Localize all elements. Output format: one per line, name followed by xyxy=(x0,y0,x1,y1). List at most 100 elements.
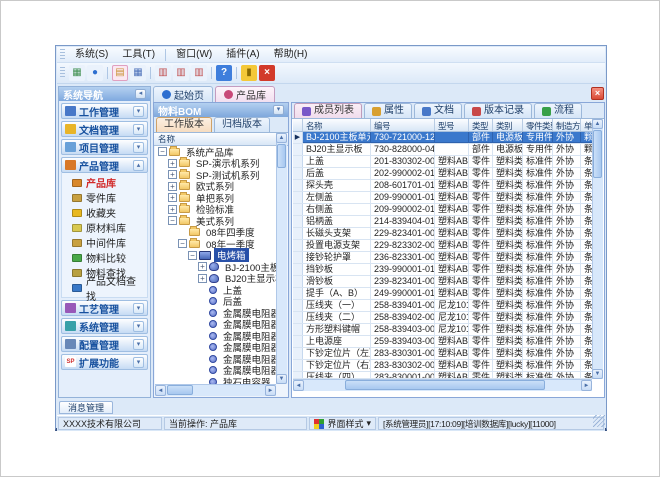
report-new-icon[interactable]: ▥ xyxy=(155,65,171,81)
expand-icon[interactable]: + xyxy=(198,274,207,283)
grid-column-header[interactable]: 类别 xyxy=(493,119,523,131)
menu-item[interactable]: 工具(T) xyxy=(115,48,162,62)
menu-item[interactable]: 帮助(H) xyxy=(267,48,315,62)
chevron-up-icon[interactable]: ▴ xyxy=(133,160,144,171)
grid-hscroll-thumb[interactable] xyxy=(345,380,545,390)
table-row[interactable]: 压线夹（四）283-830001-00E塑料ABS零件塑料类标准件外协条 xyxy=(293,372,592,379)
table-row[interactable]: 下钞定位片（右）283-830302-00E塑料ABS零件塑料类标准件外协条 xyxy=(293,360,592,372)
chevron-down-icon[interactable]: ▾ xyxy=(133,321,144,332)
close-icon[interactable]: × xyxy=(591,87,604,100)
expand-icon[interactable]: + xyxy=(168,170,177,179)
exit-icon[interactable]: × xyxy=(259,65,275,81)
table-row[interactable]: 下钞定位片（左）283-830301-00E塑料ABS零件塑料类标准件外协条 xyxy=(293,348,592,360)
table-row[interactable]: 后盖202-990002-01E塑料ABS零件塑料类标准件外协条 xyxy=(293,168,592,180)
grid-column-header[interactable]: 制造方式 xyxy=(553,119,581,131)
desktop-icon[interactable]: ▦ xyxy=(69,65,85,81)
scroll-up-icon[interactable]: ▲ xyxy=(276,133,287,143)
collapse-icon[interactable]: − xyxy=(188,251,197,260)
doc-tab[interactable]: 产品库 xyxy=(215,86,275,102)
tree-hscroll-thumb[interactable] xyxy=(167,385,193,395)
sidebar-group-project-manage[interactable]: 项目管理▾ xyxy=(61,139,148,155)
resize-grip[interactable] xyxy=(593,415,605,427)
table-row[interactable]: 滑钞板239-823401-00E塑料ABS零件塑料类标准件外协条 xyxy=(293,276,592,288)
scroll-down-icon[interactable]: ▼ xyxy=(592,369,603,379)
help-icon[interactable]: ? xyxy=(216,65,232,81)
tree-node[interactable]: +BJ20主显示板 xyxy=(155,273,276,285)
globe-icon[interactable]: ● xyxy=(87,65,103,81)
expand-icon[interactable]: + xyxy=(168,205,177,214)
collapse-icon[interactable]: − xyxy=(158,147,167,156)
expand-icon[interactable]: + xyxy=(168,193,177,202)
sidebar-item[interactable]: 产品库 xyxy=(62,175,147,190)
table-row[interactable]: 探头壳208-601701-01E塑料ABS零件塑料类标准件外协条 xyxy=(293,180,592,192)
report-icon[interactable]: ▦ xyxy=(130,65,146,81)
collapse-icon[interactable]: − xyxy=(168,216,177,225)
menu-item[interactable]: 插件(A) xyxy=(219,48,266,62)
ui-style-dropdown[interactable]: 界面样式 ▾ xyxy=(309,417,376,430)
table-row[interactable]: 左侧盖209-990001-01E塑料ABS零件塑料类标准件外协条 xyxy=(293,192,592,204)
table-row[interactable]: 长磁头支架229-823401-00E塑料ABS零件塑料类标准件外协条 xyxy=(293,228,592,240)
scroll-up-icon[interactable]: ▲ xyxy=(592,119,603,129)
scroll-right-icon[interactable]: ► xyxy=(265,385,276,396)
pin-icon[interactable]: ▾ xyxy=(273,105,284,115)
message-manager-tab[interactable]: 消息管理 xyxy=(59,401,113,414)
chevron-down-icon[interactable]: ▾ xyxy=(133,357,144,368)
table-row[interactable]: 上盖201-830302-00E塑料ABS零件塑料类标准件外协条 xyxy=(293,156,592,168)
grid-column-header[interactable]: 名称 xyxy=(303,119,371,131)
menu-item[interactable]: 窗口(W) xyxy=(169,48,219,62)
expand-icon[interactable]: + xyxy=(198,262,207,271)
expand-icon[interactable]: + xyxy=(168,182,177,191)
tree-vscroll-thumb[interactable] xyxy=(277,144,286,168)
chevron-down-icon[interactable]: ▾ xyxy=(133,142,144,153)
chevron-down-icon[interactable]: ▾ xyxy=(133,303,144,314)
sidebar-item[interactable]: 收藏夹 xyxy=(62,205,147,220)
table-row[interactable]: 投置电源支架229-823302-00E塑料ABS零件塑料类标准件外协条 xyxy=(293,240,592,252)
table-row[interactable]: 右侧盖209-990002-01E塑料ABS零件塑料类标准件外协条 xyxy=(293,204,592,216)
sidebar-group-process-manage[interactable]: 工艺管理▾ xyxy=(61,300,148,316)
tree-horizontal-scrollbar[interactable]: ◄ ► xyxy=(155,384,276,396)
grid-horizontal-scrollbar[interactable]: ◄ ► xyxy=(293,379,592,391)
table-row[interactable]: 方形塑料键帽258-839403-00E尼龙1010零件塑料类标准件外协条 xyxy=(293,324,592,336)
table-row[interactable]: 压线夹（一）258-839401-00E尼龙1010零件塑料类标准件外协条 xyxy=(293,300,592,312)
grid-column-header[interactable]: 编号 xyxy=(371,119,435,131)
collapse-icon[interactable]: − xyxy=(178,239,187,248)
sidebar-item[interactable]: 物料比较 xyxy=(62,250,147,265)
sidebar-item[interactable]: 零件库 xyxy=(62,190,147,205)
scroll-left-icon[interactable]: ◄ xyxy=(155,385,166,396)
table-row[interactable]: 压线夹（二）258-839402-00E尼龙1010零件塑料类标准件外协条 xyxy=(293,312,592,324)
member-tab[interactable]: 成员列表 xyxy=(294,103,362,118)
chevron-down-icon[interactable]: ▾ xyxy=(133,339,144,350)
sidebar-group-document-manage[interactable]: 文档管理▾ xyxy=(61,121,148,137)
table-row[interactable]: 上电源座259-839403-00E塑料ABS零件塑料类标准件外协条 xyxy=(293,336,592,348)
tree-node[interactable]: 上盖 xyxy=(155,284,276,296)
grid-column-header[interactable]: 零件类型 xyxy=(523,119,553,131)
sidebar-group-extension[interactable]: SP扩展功能▾ xyxy=(61,354,148,370)
member-tab[interactable]: 版本记录 xyxy=(464,103,532,118)
scroll-left-icon[interactable]: ◄ xyxy=(293,380,304,391)
member-tab[interactable]: 属性 xyxy=(364,103,412,118)
member-tab[interactable]: 文档 xyxy=(414,103,462,118)
open-folder-icon[interactable]: ▤ xyxy=(112,65,128,81)
bom-version-tab[interactable]: 工作版本 xyxy=(156,117,212,132)
bom-version-tab[interactable]: 归档版本 xyxy=(214,117,270,132)
sidebar-group-product-manage[interactable]: 产品管理▴ xyxy=(61,157,148,173)
table-row[interactable]: 铝柄盖214-839404-01E塑料ABS零件塑料类标准件外协条 xyxy=(293,216,592,228)
grid-column-header[interactable]: 型号 xyxy=(435,119,469,131)
scroll-down-icon[interactable]: ▼ xyxy=(276,374,287,384)
grid-column-header[interactable]: 单位 xyxy=(581,119,592,131)
tree-vertical-scrollbar[interactable]: ▲ ▼ xyxy=(276,133,287,384)
table-row[interactable]: ▶BJ-2100主板单元730-721000-12E部件电源板专用件外协颗 xyxy=(293,132,592,144)
sidebar-group-config-manage[interactable]: 配置管理▾ xyxy=(61,336,148,352)
grid-vertical-scrollbar[interactable]: ▲ ▼ xyxy=(592,119,603,379)
member-tab[interactable]: 流程 xyxy=(534,103,582,118)
doc-tab[interactable]: 起始页 xyxy=(153,86,213,102)
chevron-down-icon[interactable]: ▾ xyxy=(133,106,144,117)
chevron-down-icon[interactable]: ▾ xyxy=(133,124,144,135)
sidebar-item[interactable]: 原材料库 xyxy=(62,220,147,235)
report-delete-icon[interactable]: ▥ xyxy=(191,65,207,81)
sidebar-item[interactable]: 中间件库 xyxy=(62,235,147,250)
sidebar-group-system-manage[interactable]: 系统管理▾ xyxy=(61,318,148,334)
scroll-right-icon[interactable]: ► xyxy=(581,380,592,391)
menu-item[interactable]: 系统(S) xyxy=(68,48,115,62)
tree-node[interactable]: 独石电容器 xyxy=(155,376,276,384)
